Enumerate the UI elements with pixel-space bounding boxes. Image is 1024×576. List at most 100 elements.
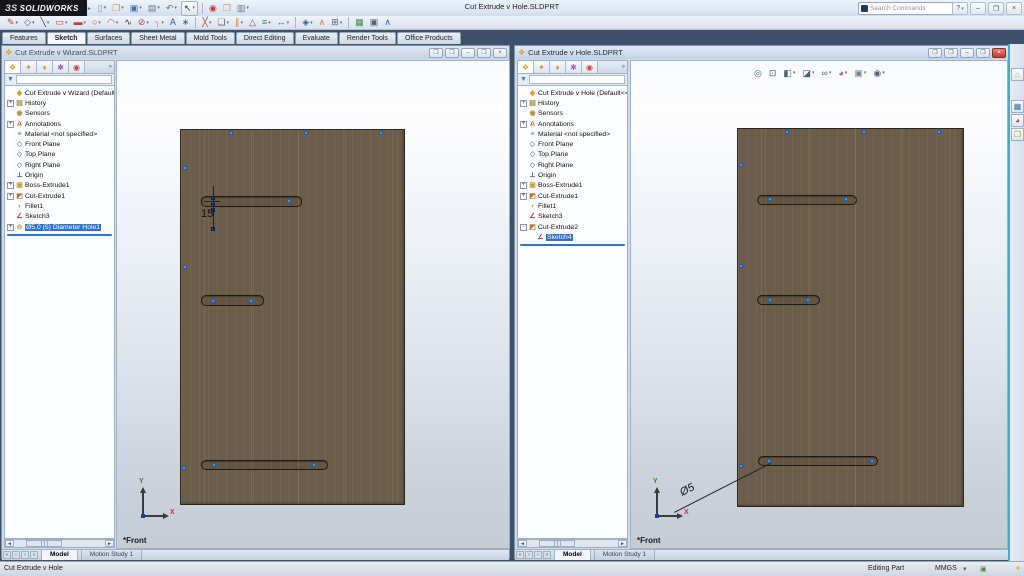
circle-button[interactable]: ○▾ — [90, 17, 103, 29]
tree-item-cut-extrude-v-wizard-default-d[interactable]: ◆Cut Extrude v Wizard (Default<<D — [5, 88, 114, 98]
sketch-point[interactable] — [182, 466, 186, 470]
collapse-icon[interactable]: - — [520, 224, 527, 231]
sketch-point[interactable] — [287, 199, 291, 203]
linear-sketch-pattern-button[interactable]: ≡▾ — [260, 17, 273, 29]
expand-icon[interactable]: + — [520, 182, 527, 189]
expand-icon[interactable]: + — [7, 182, 14, 189]
sketch-point[interactable] — [937, 130, 941, 134]
expand-icon[interactable]: + — [7, 121, 14, 128]
child-titlebar[interactable]: ❖ Cut Extrude v Hole.SLDPRT ❐ ❐ – ❐ × — [515, 46, 1008, 59]
child-minimize-button[interactable]: – — [461, 48, 475, 58]
child-minimize-button[interactable]: – — [960, 48, 974, 58]
tree-item-cut-extrude1[interactable]: +◩Cut-Extrude1 — [5, 191, 114, 201]
undo-button[interactable]: ↶▾ — [164, 2, 179, 15]
tab-evaluate[interactable]: Evaluate — [295, 32, 338, 44]
apply-scene-button-dropdown-icon[interactable]: ▾ — [864, 70, 867, 76]
tree-item-top-plane[interactable]: ◇Top Plane — [518, 150, 627, 160]
filter-input[interactable] — [16, 75, 112, 84]
graphics-viewport[interactable]: ◎⊡◧▾◪▾∞▾◕▾▣▾◉▾ *Front Ø5YX — [630, 60, 1008, 549]
display-style-button[interactable]: ◪▾ — [800, 67, 816, 79]
tree-tabs-overflow-icon[interactable]: » — [622, 64, 627, 70]
dimension-text[interactable]: 15 — [201, 208, 213, 220]
corner-rectangle-button-dropdown-icon[interactable]: ▾ — [65, 20, 68, 26]
tree-item-front-plane[interactable]: ◇Front Plane — [5, 139, 114, 149]
sketch-point[interactable] — [249, 299, 253, 303]
corner-rectangle-button[interactable]: ▭▾ — [53, 17, 69, 29]
scroll-thumb[interactable] — [539, 540, 575, 547]
select-button[interactable]: ↖▾ — [181, 1, 198, 16]
configurationmanager-tab[interactable]: ♦ — [37, 61, 53, 73]
filter-input[interactable] — [529, 75, 625, 84]
configurationmanager-tab[interactable]: ♦ — [550, 61, 566, 73]
hide-show-items-button[interactable]: ∞▾ — [819, 67, 833, 79]
move-entities-button-dropdown-icon[interactable]: ▾ — [287, 20, 290, 26]
pane-button-1[interactable]: ❐ — [928, 48, 942, 58]
menu-flyout-arrow-icon[interactable]: ▸ — [88, 5, 91, 12]
dimension-text[interactable]: Ø5 — [678, 481, 697, 498]
tree-tabs-overflow-icon[interactable]: » — [109, 64, 114, 70]
tab-scroll-prev-icon[interactable]: ‹ — [525, 551, 533, 559]
sketch-button-dropdown-icon[interactable]: ▾ — [16, 20, 19, 26]
sketch-point[interactable] — [739, 264, 743, 268]
view-settings-button-dropdown-icon[interactable]: ▾ — [882, 70, 885, 76]
print-button-dropdown-icon[interactable]: ▾ — [157, 5, 160, 11]
offset-entities-button-dropdown-icon[interactable]: ▾ — [240, 20, 243, 26]
tab-motion-study[interactable]: Motion Study 1 — [81, 549, 142, 560]
units-dropdown-icon[interactable]: ▾ — [963, 565, 967, 573]
tree-item-sketch3[interactable]: ∠Sketch3 — [5, 212, 114, 222]
tree-item-material-not-specified[interactable]: ≡Material <not specified> — [5, 129, 114, 139]
scroll-right-icon[interactable]: ► — [618, 540, 627, 547]
slot-cutout[interactable] — [757, 195, 857, 205]
print-button[interactable]: ▤▾ — [146, 2, 162, 15]
expand-icon[interactable]: + — [7, 100, 14, 107]
expand-icon[interactable]: + — [520, 121, 527, 128]
expand-icon[interactable]: + — [7, 224, 14, 231]
tab-office-products[interactable]: Office Products — [397, 32, 461, 44]
displaymanager-tab[interactable]: ◉ — [582, 61, 598, 73]
filter-icon[interactable]: ▼ — [7, 76, 14, 84]
tree-item-history[interactable]: +▤History — [518, 98, 627, 108]
child-restore-button[interactable]: ❐ — [976, 48, 990, 58]
tree-item-annotations[interactable]: +AAnnotations — [518, 119, 627, 129]
save-button[interactable]: ▣▾ — [128, 2, 144, 15]
scroll-left-icon[interactable]: ◄ — [518, 540, 527, 547]
tree-item-cut-extrude-v-hole-default-de[interactable]: ◆Cut Extrude v Hole (Default<<De — [518, 88, 627, 98]
tree-item-history[interactable]: +▤History — [5, 98, 114, 108]
expand-icon[interactable]: + — [7, 193, 14, 200]
sketch-point[interactable] — [304, 131, 308, 135]
tab-scroll-last-icon[interactable]: » — [30, 551, 38, 559]
spline-button[interactable]: ∿ — [122, 17, 134, 29]
move-entities-button[interactable]: ↔▾ — [275, 17, 292, 29]
graphics-viewport[interactable]: *Front 15YX — [116, 60, 510, 549]
scroll-thumb[interactable] — [26, 540, 62, 547]
tree-item-right-plane[interactable]: ◇Right Plane — [518, 160, 627, 170]
tree-item-fillet1[interactable]: ◗Fillet1 — [518, 201, 627, 211]
slot-cutout[interactable] — [757, 295, 820, 305]
app-close-button[interactable]: × — [1006, 2, 1022, 15]
tab-sheet-metal[interactable]: Sheet Metal — [131, 32, 184, 44]
part-face[interactable] — [737, 128, 964, 507]
sketch-point[interactable] — [212, 463, 216, 467]
tree-item-origin[interactable]: ⊥Origin — [5, 170, 114, 180]
tab-surfaces[interactable]: Surfaces — [87, 32, 131, 44]
sketch-point[interactable] — [862, 130, 866, 134]
tab-features[interactable]: Features — [2, 32, 46, 44]
tags-icon[interactable]: ▣ — [980, 565, 987, 573]
tab-sketch[interactable]: Sketch — [47, 32, 86, 44]
select-button-dropdown-icon[interactable]: ▾ — [192, 5, 195, 11]
pane-button-2[interactable]: ❐ — [445, 48, 459, 58]
pane-button-2[interactable]: ❐ — [944, 48, 958, 58]
sketch-point[interactable] — [806, 298, 810, 302]
tree-item-sketch3[interactable]: ∠Sketch3 — [518, 212, 627, 222]
tree-item-sketch4[interactable]: ∠Sketch4 — [518, 232, 627, 242]
command-search[interactable]: Search Commands ⊙ ▾ — [858, 2, 964, 15]
mirror-entities-button[interactable]: △ — [247, 17, 258, 29]
expand-icon[interactable]: + — [520, 100, 527, 107]
sketch-point[interactable] — [312, 463, 316, 467]
tree-item-annotations[interactable]: +AAnnotations — [5, 119, 114, 129]
tab-motion-study[interactable]: Motion Study 1 — [594, 549, 655, 560]
scroll-right-icon[interactable]: ► — [105, 540, 114, 547]
child-titlebar[interactable]: ❖ Cut Extrude v Wizard.SLDPRT ❐ ❐ – ❐ × — [2, 46, 509, 59]
new-button[interactable]: ▯▾ — [96, 2, 108, 15]
tab-scroll-next-icon[interactable]: › — [534, 551, 542, 559]
